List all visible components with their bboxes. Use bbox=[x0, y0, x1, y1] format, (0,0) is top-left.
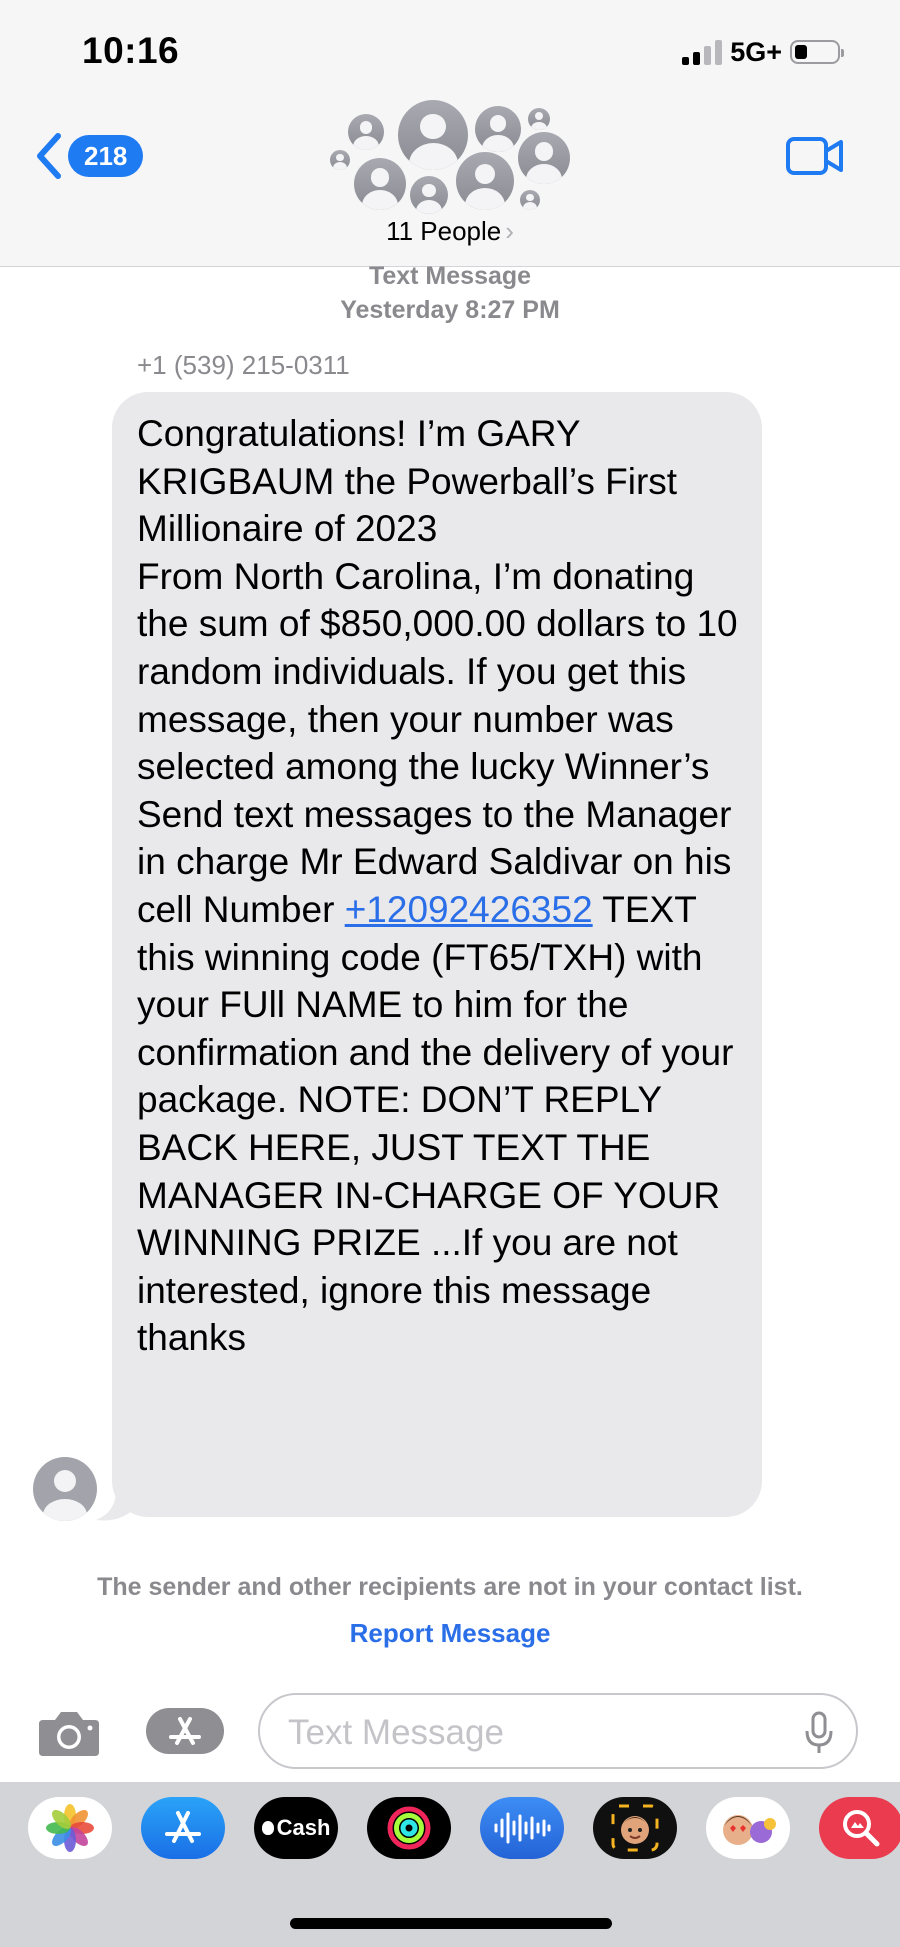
activity-app-button[interactable] bbox=[367, 1797, 451, 1859]
microphone-icon[interactable] bbox=[804, 1711, 834, 1755]
sender-avatar[interactable] bbox=[33, 1457, 97, 1521]
app-store-apps-button[interactable] bbox=[146, 1708, 224, 1754]
message-timestamp: Yesterday 8:27 PM bbox=[340, 296, 560, 324]
avatar bbox=[330, 150, 350, 170]
memoji-stickers-icon bbox=[723, 1815, 776, 1845]
sender-number: +1 (539) 215-0311 bbox=[137, 350, 350, 380]
phone-number-link[interactable]: +12092426352 bbox=[345, 889, 593, 930]
audio-message-icon bbox=[494, 1812, 551, 1844]
home-indicator[interactable] bbox=[290, 1918, 612, 1929]
chevron-left-icon bbox=[37, 133, 61, 179]
message-text-part2: From North Carolina, I’m donating the su… bbox=[137, 555, 738, 930]
image-search-icon bbox=[843, 1810, 880, 1847]
apple-logo-icon bbox=[261, 1821, 274, 1835]
status-indicators: 5G+ bbox=[682, 36, 844, 68]
message-input-placeholder: Text Message bbox=[288, 1713, 504, 1752]
avatar bbox=[518, 132, 570, 184]
camera-button[interactable] bbox=[37, 1708, 101, 1763]
battery-icon bbox=[790, 40, 844, 64]
cellular-signal-icon bbox=[682, 39, 723, 65]
memoji-icon bbox=[611, 1804, 659, 1852]
network-type: 5G+ bbox=[730, 36, 782, 67]
avatar bbox=[528, 108, 550, 130]
avatar bbox=[456, 152, 514, 210]
app-store-icon bbox=[169, 1717, 201, 1745]
report-message-link[interactable]: Report Message bbox=[0, 1618, 900, 1649]
avatar bbox=[354, 158, 406, 210]
photos-app-button[interactable] bbox=[28, 1797, 112, 1859]
unknown-sender-notice: The sender and other recipients are not … bbox=[97, 1573, 803, 1601]
avatar bbox=[520, 190, 540, 210]
conversation-header: 10:16 5G+ 218 11 People › bbox=[0, 0, 900, 267]
avatar bbox=[348, 114, 384, 150]
group-name-label: 11 People bbox=[386, 216, 502, 246]
status-time: 10:16 bbox=[82, 30, 180, 71]
chevron-right-icon: › bbox=[505, 216, 514, 246]
avatar bbox=[398, 100, 468, 170]
activity-icon bbox=[387, 1806, 431, 1850]
apple-cash-app-button[interactable]: Cash bbox=[254, 1797, 338, 1859]
memoji-app-button[interactable] bbox=[593, 1797, 677, 1859]
avatar bbox=[475, 106, 521, 152]
message-text-part1: Congratulations! I’m GARY KRIGBAUM the P… bbox=[137, 413, 678, 550]
message-input[interactable]: Text Message bbox=[258, 1693, 858, 1769]
message-text-part3: TEXT this winning code (FT65/TXH) with y… bbox=[137, 888, 734, 1359]
audio-message-app-button[interactable] bbox=[480, 1797, 564, 1859]
incoming-message-bubble[interactable]: Congratulations! I’m GARY KRIGBAUM the P… bbox=[112, 392, 762, 1517]
avatar bbox=[410, 176, 448, 214]
unread-count-badge: 218 bbox=[68, 135, 144, 177]
image-search-app-button[interactable] bbox=[819, 1797, 900, 1859]
photos-icon bbox=[46, 1804, 94, 1852]
memoji-stickers-app-button[interactable] bbox=[706, 1797, 790, 1859]
camera-icon bbox=[39, 1712, 99, 1756]
group-avatar-cluster[interactable] bbox=[330, 96, 580, 216]
group-name[interactable]: 11 People › bbox=[0, 216, 900, 247]
video-camera-icon bbox=[786, 137, 843, 175]
facetime-video-button[interactable] bbox=[786, 136, 844, 181]
service-label: Text Message bbox=[368, 262, 532, 290]
apple-cash-label: Cash bbox=[276, 1815, 331, 1840]
back-button[interactable]: 218 bbox=[34, 132, 144, 180]
message-text: Congratulations! I’m GARY KRIGBAUM the P… bbox=[137, 410, 738, 1362]
app-store-app-button[interactable] bbox=[141, 1797, 225, 1859]
app-store-icon bbox=[165, 1811, 201, 1843]
